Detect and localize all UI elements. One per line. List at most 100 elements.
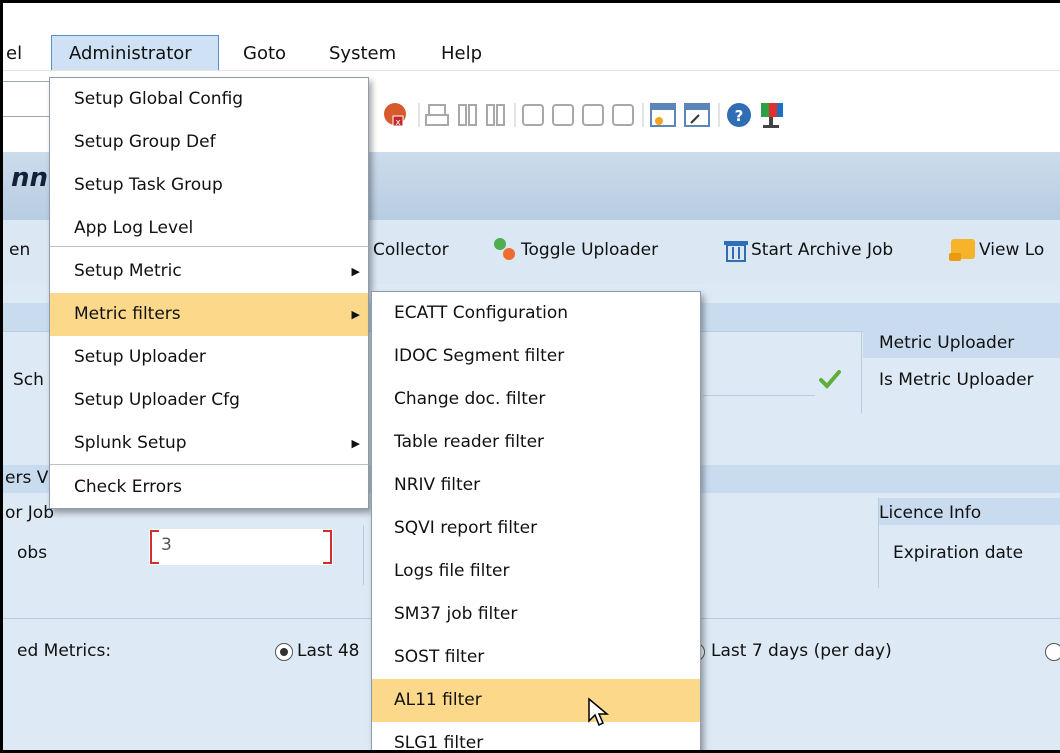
submenu-item-sm37-job-filter[interactable]: SM37 job filter — [372, 593, 700, 636]
customize-layout-icon[interactable] — [761, 103, 783, 128]
menu-partial-el[interactable]: el — [6, 39, 22, 69]
menu-item-setup-task-group[interactable]: Setup Task Group — [50, 164, 368, 207]
next-page-icon[interactable] — [582, 104, 604, 126]
menu-system[interactable]: System — [329, 39, 396, 69]
toggle-uploader-button[interactable]: Toggle Uploader — [521, 235, 658, 265]
submenu-item-table-reader-filter[interactable]: Table reader filter — [372, 421, 700, 464]
menu-item-app-log-level[interactable]: App Log Level — [50, 207, 368, 250]
svg-text:?: ? — [735, 107, 744, 125]
view-logs-button[interactable]: View Lo — [979, 235, 1044, 265]
submenu-item-change-doc-filter[interactable]: Change doc. filter — [372, 378, 700, 421]
submenu-item-sost-filter[interactable]: SOST filter — [372, 636, 700, 679]
menu-item-setup-uploader[interactable]: Setup Uploader — [50, 336, 368, 379]
menu-help[interactable]: Help — [441, 39, 482, 69]
find-icon[interactable] — [458, 104, 477, 126]
submenu-item-label: Table reader filter — [394, 432, 545, 452]
toggle-uploader-icon — [494, 238, 515, 260]
new-session-icon[interactable] — [650, 103, 676, 127]
menu-item-label: Splunk Setup — [74, 433, 187, 453]
menu-item-setup-metric[interactable]: Setup Metric ▶ — [50, 250, 368, 293]
metric-uploader-header: Metric Uploader — [879, 333, 1015, 353]
submenu-item-label: SM37 job filter — [394, 604, 518, 624]
collector-button[interactable]: Collector — [373, 235, 449, 265]
radio-last-48-label: Last 48 — [297, 641, 360, 661]
menu-item-metric-filters[interactable]: Metric filters ▶ — [50, 293, 368, 336]
menu-item-setup-uploader-cfg[interactable]: Setup Uploader Cfg — [50, 379, 368, 422]
submenu-item-ecatt-configuration[interactable]: ECATT Configuration — [372, 292, 700, 335]
submenu-item-al11-filter[interactable]: AL11 filter — [372, 679, 700, 722]
expiration-date-label: Expiration date — [893, 543, 1024, 563]
help-icon[interactable]: ? — [727, 103, 751, 127]
radio-option-3[interactable] — [1045, 643, 1060, 661]
submenu-item-label: Logs file filter — [394, 561, 510, 581]
radio-selected-dot — [280, 648, 288, 656]
submenu-item-label: SOST filter — [394, 647, 485, 667]
find-next-icon[interactable] — [486, 104, 505, 126]
menu-item-check-errors[interactable]: Check Errors — [50, 466, 368, 509]
submenu-item-label: SQVI report filter — [394, 518, 538, 538]
menu-item-label: Setup Global Config — [74, 89, 244, 109]
submenu-arrow-icon: ▶ — [351, 437, 360, 450]
menu-item-splunk-setup[interactable]: Splunk Setup ▶ — [50, 422, 368, 465]
submenu-item-sqvi-report-filter[interactable]: SQVI report filter — [372, 507, 700, 550]
shortcut-icon[interactable] — [684, 103, 710, 127]
administrator-menu: Setup Global Config Setup Group Def Setu… — [49, 77, 369, 509]
menu-separator — [50, 464, 368, 465]
divider — [363, 525, 364, 585]
menu-item-label: Setup Uploader — [74, 347, 206, 367]
submenu-item-logs-file-filter[interactable]: Logs file filter — [372, 550, 700, 593]
divider — [861, 331, 862, 413]
ers-label: ers V — [5, 468, 49, 488]
submenu-arrow-icon: ▶ — [351, 308, 360, 321]
svg-text:x: x — [395, 118, 401, 128]
menu-item-label: Setup Uploader Cfg — [74, 390, 240, 410]
is-metric-uploader-label: Is Metric Uploader — [879, 370, 1034, 390]
menu-item-label: Setup Group Def — [74, 132, 216, 152]
menu-item-label: Setup Metric — [74, 261, 182, 281]
cancel-icon[interactable]: x — [384, 103, 406, 128]
menu-administrator[interactable]: Administrator — [69, 39, 192, 69]
mouse-cursor-icon — [588, 697, 610, 727]
toolbar-partial-button[interactable]: en — [9, 235, 30, 265]
page-title: nn — [11, 163, 49, 193]
print-icon[interactable] — [425, 104, 449, 126]
radio-last-7-days-label: Last 7 days (per day) — [711, 641, 892, 661]
submenu-item-label: Change doc. filter — [394, 389, 546, 409]
licence-info-header: Licence Info — [879, 503, 982, 523]
menu-item-setup-global-config[interactable]: Setup Global Config — [50, 78, 368, 121]
required-field-brackets — [150, 530, 332, 564]
jobs-value: 3 — [161, 535, 172, 555]
toolbar-icons: x ? — [384, 103, 783, 128]
start-archive-job-button[interactable]: Start Archive Job — [751, 235, 893, 265]
checkmark-icon — [819, 370, 841, 389]
view-logs-icon — [949, 239, 975, 261]
archive-icon — [724, 241, 748, 262]
or-job-label: or Job — [5, 503, 54, 523]
menu-item-label: App Log Level — [74, 218, 194, 238]
jobs-label: obs — [17, 543, 48, 563]
submenu-item-idoc-segment-filter[interactable]: IDOC Segment filter — [372, 335, 700, 378]
submenu-item-label: AL11 filter — [394, 690, 482, 710]
submenu-item-slg1-filter[interactable]: SLG1 filter — [372, 722, 700, 753]
last-page-icon[interactable] — [612, 104, 634, 126]
menu-item-label: Metric filters — [74, 304, 181, 324]
submenu-item-label: SLG1 filter — [394, 733, 484, 753]
menu-goto[interactable]: Goto — [243, 39, 286, 69]
previous-page-icon[interactable] — [552, 104, 574, 126]
first-page-icon[interactable] — [522, 104, 544, 126]
app-window: el Administrator Goto System Help x ? nn… — [0, 0, 1060, 753]
submenu-item-label: ECATT Configuration — [394, 303, 569, 323]
radio-last-48[interactable] — [275, 643, 293, 661]
menu-item-setup-group-def[interactable]: Setup Group Def — [50, 121, 368, 164]
submenu-item-label: NRIV filter — [394, 475, 481, 495]
menu-item-label: Check Errors — [74, 477, 182, 497]
submenu-item-label: IDOC Segment filter — [394, 346, 565, 366]
submenu-item-nriv-filter[interactable]: NRIV filter — [372, 464, 700, 507]
jobs-input[interactable]: 3 — [149, 529, 333, 565]
metrics-label: ed Metrics: — [17, 641, 112, 661]
submenu-arrow-icon: ▶ — [351, 265, 360, 278]
menu-separator — [50, 246, 368, 247]
menu-item-label: Setup Task Group — [74, 175, 223, 195]
metric-filters-submenu: ECATT Configuration IDOC Segment filter … — [371, 291, 701, 753]
sch-label: Sch — [13, 370, 44, 390]
